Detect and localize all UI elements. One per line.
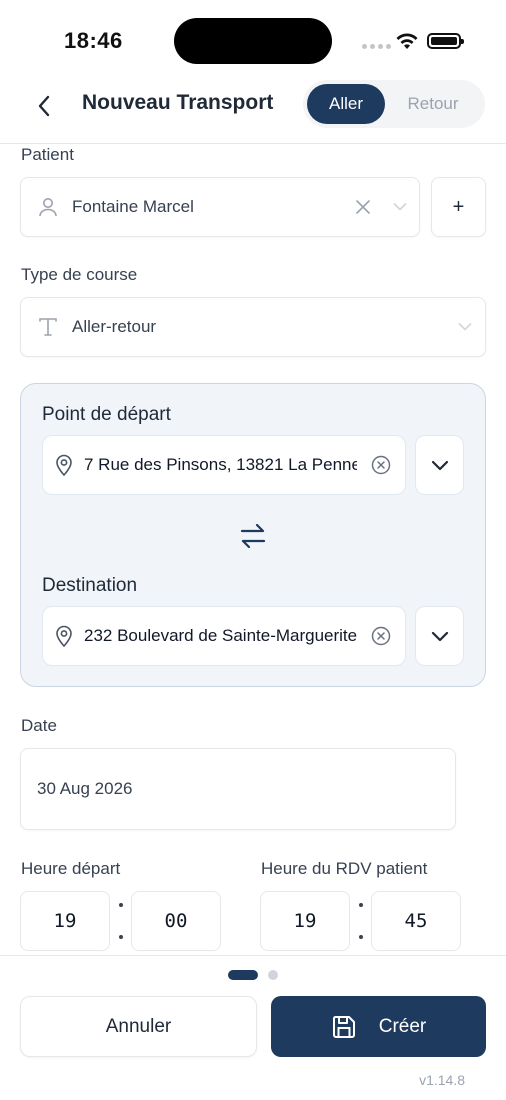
battery-icon bbox=[427, 33, 464, 49]
departure-address-value: 7 Rue des Pinsons, 13821 La Penne-sur-Hu… bbox=[84, 455, 357, 474]
destination-address-value: 232 Boulevard de Sainte-Marguerite bbox=[84, 626, 357, 645]
date-value: 30 Aug 2026 bbox=[37, 779, 133, 798]
wifi-icon bbox=[396, 33, 418, 49]
text-type-icon bbox=[38, 317, 58, 337]
chevron-left-icon bbox=[38, 95, 50, 117]
destination-label: Destination bbox=[42, 575, 138, 596]
chevron-down-icon bbox=[393, 202, 407, 212]
course-type-value: Aller-retour bbox=[72, 317, 157, 336]
departure-address-input[interactable]: 7 Rue des Pinsons, 13821 La Penne-sur-Hu… bbox=[42, 435, 406, 495]
page-indicator bbox=[228, 970, 278, 980]
time-separator bbox=[358, 903, 364, 939]
clear-circle-icon[interactable] bbox=[371, 626, 391, 646]
departure-dropdown-button[interactable] bbox=[415, 435, 464, 495]
patient-label: Patient bbox=[21, 145, 74, 164]
departure-minute-input[interactable]: 00 bbox=[131, 891, 221, 951]
clear-icon[interactable] bbox=[355, 199, 371, 215]
app-version: v1.14.8 bbox=[419, 1072, 465, 1088]
clear-circle-icon[interactable] bbox=[371, 455, 391, 475]
patient-select[interactable]: Fontaine Marcel bbox=[20, 177, 420, 237]
swap-arrows-icon bbox=[240, 523, 266, 549]
save-icon bbox=[332, 1015, 355, 1038]
appointment-hour-input[interactable]: 19 bbox=[260, 891, 350, 951]
page-dot-active[interactable] bbox=[228, 970, 258, 980]
departure-label: Point de départ bbox=[42, 404, 171, 425]
map-pin-icon bbox=[54, 454, 74, 476]
tab-retour[interactable]: Retour bbox=[385, 84, 481, 124]
departure-time-label: Heure départ bbox=[21, 859, 121, 878]
destination-dropdown-button[interactable] bbox=[415, 606, 464, 666]
back-button[interactable] bbox=[30, 92, 58, 120]
cellular-signal-icon bbox=[362, 44, 391, 49]
date-input[interactable]: 30 Aug 2026 bbox=[20, 748, 456, 830]
chevron-down-icon bbox=[431, 631, 448, 641]
chevron-down-icon bbox=[458, 322, 472, 332]
create-button[interactable]: Créer bbox=[271, 996, 486, 1057]
chevron-down-icon bbox=[431, 460, 448, 470]
header: Nouveau Transport Aller Retour bbox=[0, 78, 506, 144]
page-dot[interactable] bbox=[268, 970, 278, 980]
route-card: Point de départ 7 Rue des Pinsons, 13821… bbox=[20, 383, 486, 687]
time-separator bbox=[118, 903, 124, 939]
appointment-time-label: Heure du RDV patient bbox=[261, 859, 428, 878]
date-label: Date bbox=[21, 716, 57, 735]
status-time: 18:46 bbox=[64, 28, 123, 53]
course-type-select[interactable]: Aller-retour bbox=[20, 297, 486, 357]
destination-address-input[interactable]: 232 Boulevard de Sainte-Marguerite bbox=[42, 606, 406, 666]
swap-button[interactable] bbox=[239, 522, 267, 550]
add-patient-button[interactable]: + bbox=[431, 177, 486, 237]
user-icon bbox=[37, 196, 59, 218]
create-label: Créer bbox=[378, 1015, 427, 1037]
status-bar: 18:46 bbox=[0, 0, 506, 80]
dynamic-island bbox=[174, 18, 332, 64]
page-title: Nouveau Transport bbox=[82, 91, 274, 114]
departure-hour-input[interactable]: 19 bbox=[20, 891, 110, 951]
map-pin-icon bbox=[54, 625, 74, 647]
appointment-minute-input[interactable]: 45 bbox=[371, 891, 461, 951]
patient-value: Fontaine Marcel bbox=[72, 197, 194, 216]
cancel-button[interactable]: Annuler bbox=[20, 996, 257, 1057]
direction-toggle: Aller Retour bbox=[303, 80, 485, 128]
course-type-label: Type de course bbox=[21, 265, 138, 284]
footer-divider bbox=[0, 955, 506, 956]
tab-aller[interactable]: Aller bbox=[307, 84, 385, 124]
